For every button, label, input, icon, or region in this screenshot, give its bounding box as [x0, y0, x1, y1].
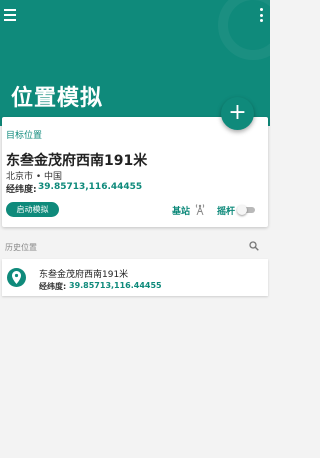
page-title: 位置模拟 — [11, 86, 104, 111]
toggle-knob — [237, 205, 247, 215]
joystick-label: 摇杆 — [217, 207, 236, 217]
target-city: 北京市 • 中国 — [6, 172, 63, 182]
antenna-icon[interactable] — [195, 203, 205, 215]
history-header: 历史位置 — [0, 232, 270, 258]
history-item-coord-value: 39.85713,116.44455 — [69, 281, 162, 290]
history-list-item[interactable]: 东叁金茂府西南191米 经纬度: 39.85713,116.44455 — [2, 259, 268, 296]
base-station-label: 基站 — [172, 207, 191, 217]
location-pin-icon — [7, 268, 26, 287]
joystick-toggle[interactable] — [237, 205, 255, 215]
more-vert-icon[interactable] — [258, 8, 264, 22]
target-coord-value: 39.85713,116.44455 — [38, 182, 143, 192]
menu-icon[interactable] — [4, 9, 18, 21]
target-location-name: 东叁金茂府西南191米 — [6, 153, 148, 169]
history-label: 历史位置 — [5, 243, 37, 252]
target-location-card: 目标位置 东叁金茂府西南191米 北京市 • 中国 经纬度: 39.85713,… — [2, 117, 268, 227]
history-item-name: 东叁金茂府西南191米 — [39, 270, 129, 280]
target-coord-label: 经纬度: — [6, 185, 37, 195]
add-location-button[interactable]: + — [221, 97, 254, 130]
target-section-label: 目标位置 — [6, 131, 43, 141]
start-simulation-button[interactable]: 启动模拟 — [6, 202, 59, 217]
search-icon[interactable] — [249, 241, 259, 251]
history-item-coord-label: 经纬度: — [39, 282, 67, 291]
